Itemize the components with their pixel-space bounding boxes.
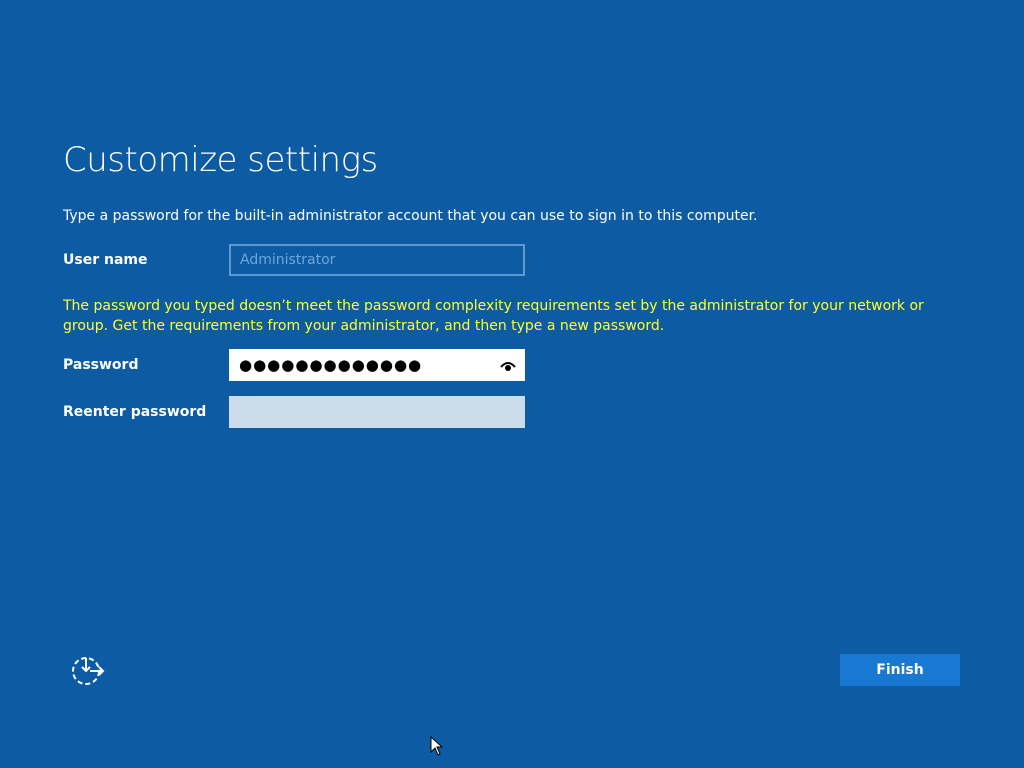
- page-description: Type a password for the built-in adminis…: [63, 208, 758, 224]
- ease-of-access-icon[interactable]: [70, 654, 106, 686]
- reveal-password-icon[interactable]: [500, 359, 516, 373]
- finish-button[interactable]: Finish: [840, 654, 960, 686]
- password-field[interactable]: ●●●●●●●●●●●●●: [229, 349, 525, 381]
- mouse-cursor-icon: [430, 736, 444, 756]
- password-masked-value: ●●●●●●●●●●●●●: [239, 356, 423, 374]
- password-label: Password: [63, 357, 139, 373]
- password-warning: The password you typed doesn’t meet the …: [63, 298, 924, 334]
- username-field[interactable]: Administrator: [229, 244, 525, 276]
- reenter-password-field[interactable]: [229, 396, 525, 428]
- username-label: User name: [63, 252, 148, 268]
- reenter-password-label: Reenter password: [63, 404, 207, 420]
- page-title: Customize settings: [63, 140, 378, 180]
